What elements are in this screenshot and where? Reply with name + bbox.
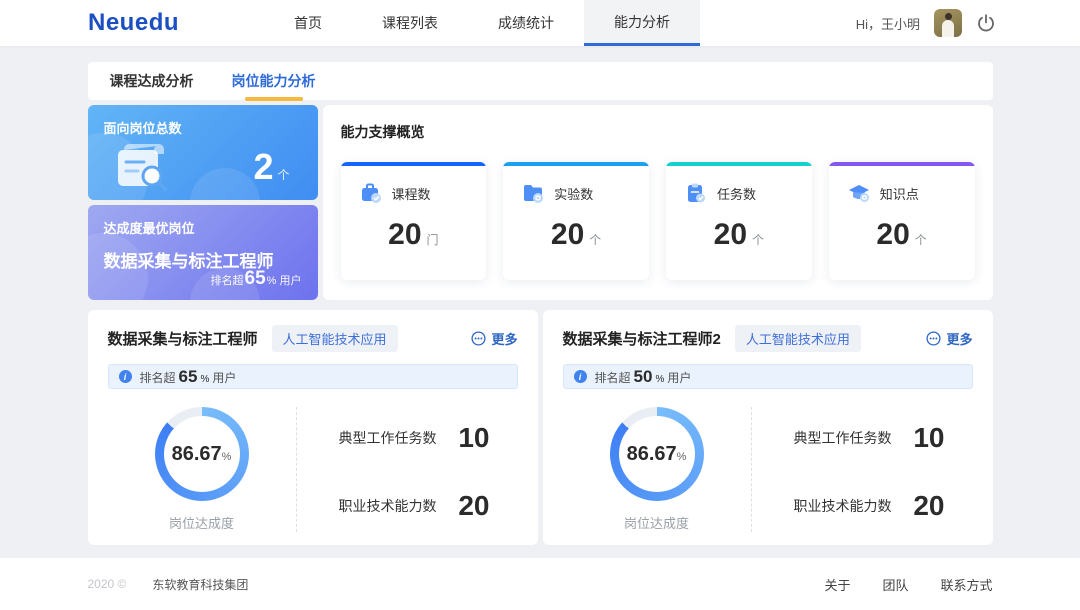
total-jobs-value: 2个 (253, 149, 289, 185)
stat-card-label: 实验数 (554, 184, 593, 203)
nav-item-courses[interactable]: 课程列表 (352, 0, 468, 46)
nav-item-ability[interactable]: 能力分析 (584, 0, 700, 46)
job-panel-1: 数据采集与标注工程师 人工智能技术应用 更多 i 排名超65%用户 86.6 (88, 310, 538, 545)
more-button[interactable]: 更多 (926, 329, 972, 348)
main-nav: 首页 课程列表 成绩统计 能力分析 (264, 0, 700, 46)
bag-icon (359, 181, 383, 205)
copyright-year: 2020 © (88, 577, 127, 591)
job-panel-2: 数据采集与标注工程师2 人工智能技术应用 更多 i 排名超50%用户 86. (543, 310, 993, 545)
scroll-search-icon (110, 138, 182, 194)
footer-link-about[interactable]: 关于 (824, 575, 850, 594)
page-footer: 2020 © 东软教育科技集团 关于 团队 联系方式 (0, 558, 1080, 610)
stat-card-label: 任务数 (717, 184, 756, 203)
tab-course-achievement[interactable]: 课程达成分析 (110, 62, 194, 100)
more-button[interactable]: 更多 (471, 329, 517, 348)
job-title: 数据采集与标注工程师 (108, 328, 258, 349)
best-job-label: 达成度最优岗位 (104, 218, 302, 237)
stat-card-experiments: 实验数 20个 (503, 162, 649, 280)
overview-title: 能力支撑概览 (341, 122, 975, 142)
ellipsis-circle-icon (471, 331, 486, 346)
logout-power-icon[interactable] (976, 13, 996, 33)
stat-row-skills: 职业技术能力数 20 (794, 490, 945, 522)
gauge-label: 岗位达成度 (624, 513, 689, 532)
best-job-card: 达成度最优岗位 数据采集与标注工程师 排名超65% 用户 (88, 205, 318, 300)
clipboard-icon (684, 181, 708, 205)
stat-card-label: 课程数 (392, 184, 431, 203)
page-body: 课程达成分析 岗位能力分析 面向岗位总数 2 (0, 46, 1080, 558)
logo[interactable]: Neuedu (88, 9, 179, 37)
stat-card-courses: 课程数 20门 (341, 162, 487, 280)
stat-card-value: 20个 (666, 218, 812, 252)
info-icon: i (574, 370, 587, 383)
best-job-rank: 排名超65% 用户 (211, 268, 302, 290)
folder-icon (521, 181, 545, 205)
footer-link-team[interactable]: 团队 (882, 575, 908, 594)
tab-job-ability[interactable]: 岗位能力分析 (232, 62, 316, 100)
stat-card-label: 知识点 (880, 184, 919, 203)
nav-item-home[interactable]: 首页 (264, 0, 352, 46)
total-jobs-label: 面向岗位总数 (104, 118, 302, 137)
total-jobs-card: 面向岗位总数 2个 (88, 105, 318, 200)
analysis-tabs: 课程达成分析 岗位能力分析 (88, 62, 993, 100)
rank-info-bar: i 排名超50%用户 (563, 364, 973, 389)
stat-card-knowledge: 知识点 20个 (829, 162, 975, 280)
footer-link-contact[interactable]: 联系方式 (940, 575, 992, 594)
ellipsis-circle-icon (926, 331, 941, 346)
achievement-donut-chart: 86.67% (610, 407, 704, 501)
graduation-icon (847, 181, 871, 205)
job-tag: 人工智能技术应用 (272, 325, 398, 352)
info-icon: i (119, 370, 132, 383)
company-name: 东软教育科技集团 (152, 576, 248, 593)
user-avatar[interactable] (934, 9, 962, 37)
stat-row-tasks: 典型工作任务数 10 (339, 422, 490, 454)
achievement-donut-chart: 86.67% (155, 407, 249, 501)
stat-row-skills: 职业技术能力数 20 (339, 490, 490, 522)
total-jobs-unit: 个 (277, 168, 289, 182)
stat-card-value: 20个 (829, 218, 975, 252)
ability-support-overview: 能力支撑概览 课程数 20门 (323, 105, 993, 300)
gauge-label: 岗位达成度 (169, 513, 234, 532)
rank-info-bar: i 排名超65%用户 (108, 364, 518, 389)
job-title: 数据采集与标注工程师2 (563, 328, 721, 349)
stat-card-value: 20个 (503, 218, 649, 252)
user-greeting: Hi，王小明 (856, 14, 920, 33)
top-navbar: Neuedu 首页 课程列表 成绩统计 能力分析 Hi，王小明 (0, 0, 1080, 46)
stat-card-value: 20门 (341, 218, 487, 252)
nav-item-grades[interactable]: 成绩统计 (468, 0, 584, 46)
job-tag: 人工智能技术应用 (735, 325, 861, 352)
stat-row-tasks: 典型工作任务数 10 (794, 422, 945, 454)
stat-card-tasks: 任务数 20个 (666, 162, 812, 280)
